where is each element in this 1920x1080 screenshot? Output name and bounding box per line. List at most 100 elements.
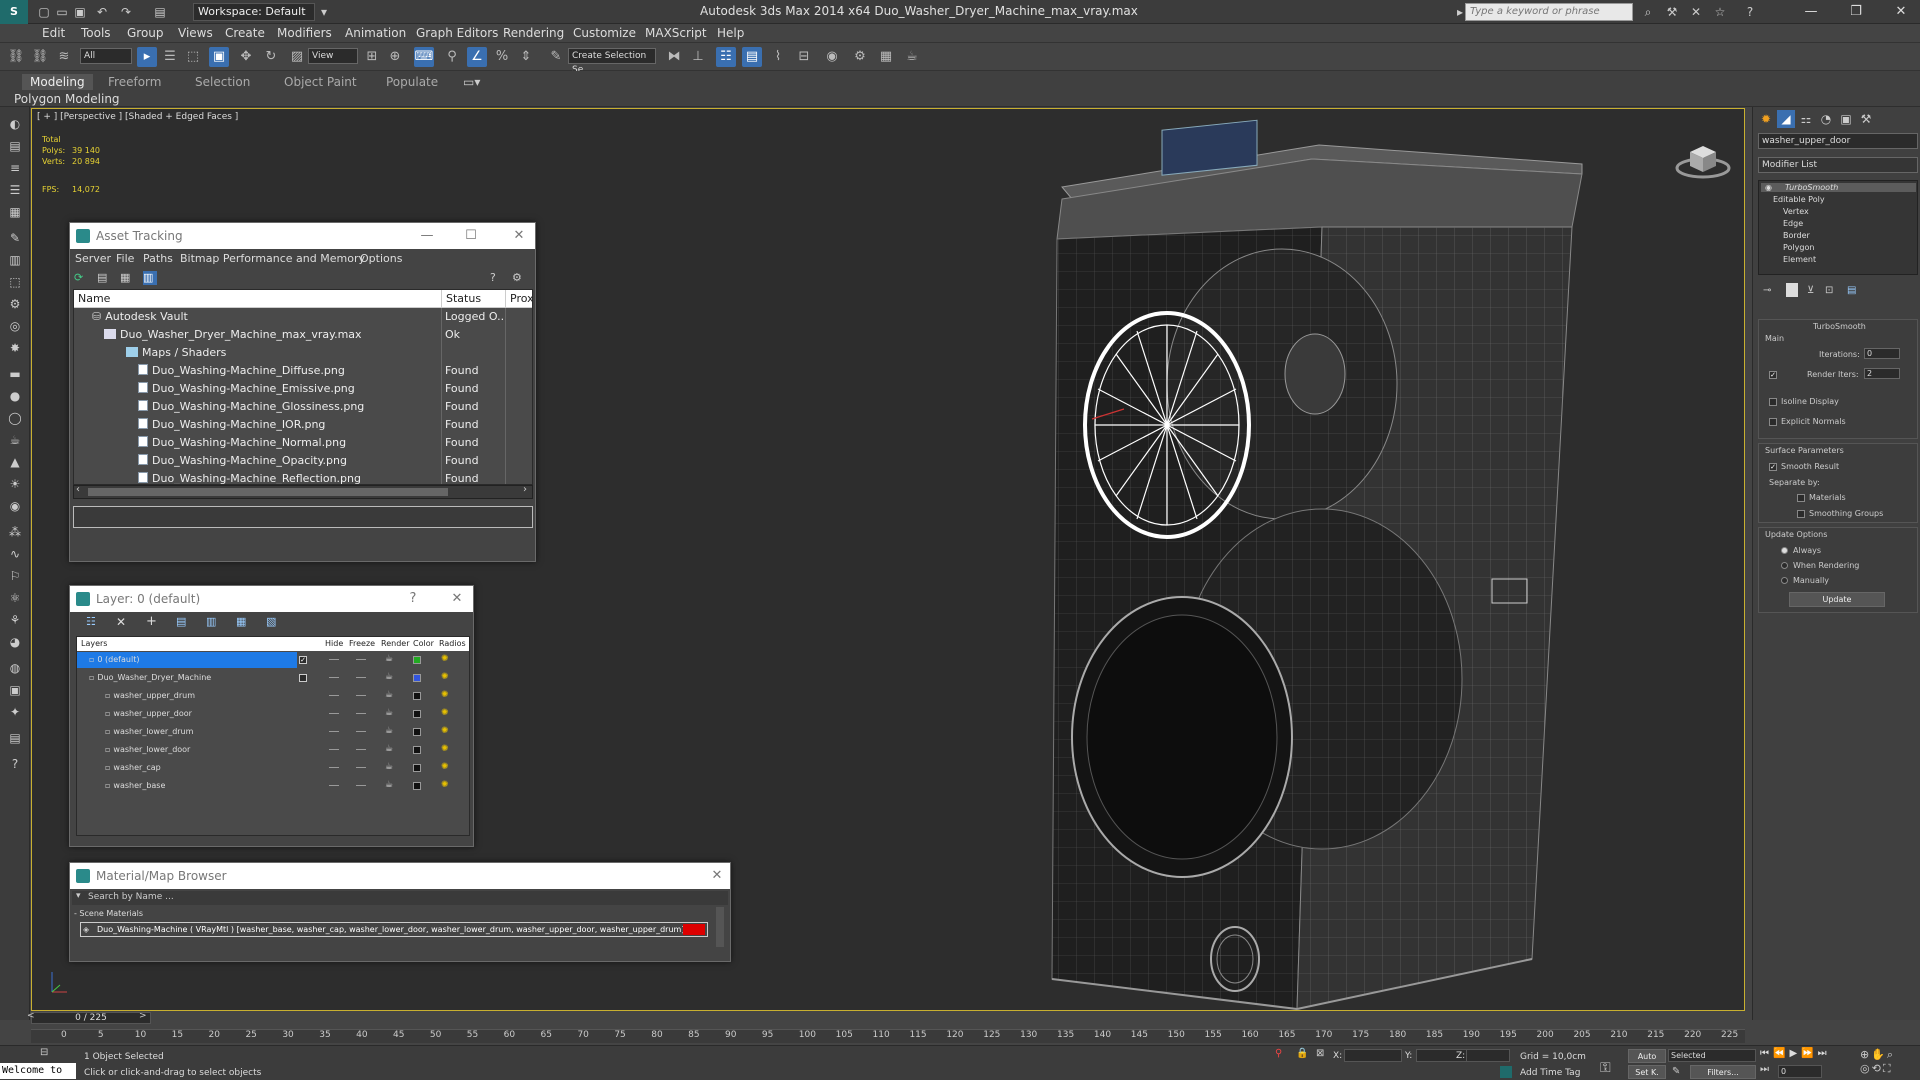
layer-color-swatch[interactable] — [413, 728, 421, 736]
make-unique-icon[interactable]: ⊻ — [1807, 285, 1814, 296]
asset-menu-paths[interactable]: Paths — [143, 252, 173, 265]
menu-group[interactable]: Group — [127, 26, 164, 40]
subscription-icon[interactable]: ⚒ — [1664, 4, 1680, 20]
named-selection-dropdown[interactable]: Create Selection Se — [568, 48, 656, 75]
asset-scroll-thumb[interactable] — [88, 488, 448, 496]
stack-border[interactable]: Border — [1783, 231, 1810, 240]
render-setup-icon[interactable]: ⚙ — [850, 47, 870, 67]
key-filters-button[interactable]: Filters... — [1690, 1065, 1756, 1079]
layer-col-layers[interactable]: Layers — [81, 637, 107, 651]
scroll-left-icon[interactable]: ‹ — [76, 484, 80, 495]
time-slider-prev-icon[interactable]: < — [27, 1011, 35, 1021]
particles-icon[interactable]: ⁂ — [6, 523, 24, 541]
light-icon[interactable]: ☀ — [6, 475, 24, 493]
hide-toggle[interactable] — [329, 659, 339, 660]
camera-icon[interactable]: ◎ — [6, 317, 24, 335]
key-filters-icon[interactable]: ✎ — [1672, 1066, 1680, 1077]
render-teapot-icon[interactable]: ☕ — [385, 690, 395, 700]
layer-color-swatch[interactable] — [413, 710, 421, 718]
maxscript-listener-mini[interactable]: Welcome to — [0, 1063, 76, 1079]
delete-layer-icon[interactable]: ✕ — [116, 615, 126, 629]
layer-row[interactable]: ▫ washer_lower_drum ☕ ✺ — [77, 723, 469, 741]
manually-radio[interactable] — [1781, 577, 1788, 584]
menu-customize[interactable]: Customize — [573, 26, 636, 40]
material-editor-icon[interactable]: ◉ — [822, 47, 842, 67]
turbosmooth-title[interactable]: TurboSmooth — [1813, 322, 1866, 331]
menu-rendering[interactable]: Rendering — [503, 26, 564, 40]
layer-col-hide[interactable]: Hide — [325, 637, 343, 651]
asset-maximize-icon[interactable]: ☐ — [462, 227, 480, 245]
ribbon-tab-freeform[interactable]: Freeform — [100, 74, 169, 90]
stack-element[interactable]: Element — [1783, 255, 1816, 264]
modifier-list-dropdown[interactable]: Modifier List — [1758, 157, 1918, 173]
asset-list-icon[interactable]: ▤ — [97, 271, 111, 285]
layer-name-cell[interactable]: ▫ 0 (default) — [77, 652, 297, 668]
radiosity-icon[interactable]: ✺ — [441, 744, 451, 754]
mirror-icon[interactable]: ⧓ — [664, 47, 684, 67]
scale-icon[interactable]: ▨ — [287, 47, 307, 67]
schematic-view-icon[interactable]: ⊟ — [794, 47, 814, 67]
current-frame-field[interactable]: 0 — [1778, 1065, 1822, 1078]
explicit-normals-checkbox[interactable] — [1769, 418, 1777, 426]
viewport-icon[interactable]: ◐ — [6, 115, 24, 133]
add-time-tag-text[interactable]: Add Time Tag — [1520, 1068, 1580, 1078]
align-icon[interactable]: ⊥ — [688, 47, 708, 67]
time-slider[interactable]: 0 / 225 — [31, 1012, 151, 1024]
freeze-toggle[interactable] — [356, 659, 366, 660]
window-crossing-icon[interactable]: ▣ — [209, 47, 229, 67]
menu-create[interactable]: Create — [225, 26, 265, 40]
layer-color-swatch[interactable] — [413, 746, 421, 754]
stack-eye-icon[interactable]: ◉ — [1765, 183, 1772, 192]
key-selection-dropdown[interactable]: Selected — [1668, 1049, 1756, 1062]
remove-modifier-icon[interactable]: ⊡ — [1825, 285, 1833, 296]
bone-tools-icon[interactable]: ✸ — [6, 339, 24, 357]
effects-icon[interactable]: ✦ — [6, 703, 24, 721]
material-item-row[interactable]: ◈ Duo_Washing-Machine ( VRayMtl ) [washe… — [80, 922, 708, 937]
render-teapot-icon[interactable]: ☕ — [385, 780, 395, 790]
radiosity-icon[interactable]: ✺ — [441, 708, 451, 718]
motion-tab-icon[interactable]: ◔ — [1817, 110, 1835, 128]
workspace-dropdown[interactable]: Workspace: Default — [193, 3, 315, 21]
maxscript-icon[interactable]: ⊟ — [40, 1047, 48, 1058]
render-teapot-icon[interactable]: ☕ — [385, 726, 395, 736]
asset-table-row[interactable]: Duo_Washer_Dryer_Machine_max_vray.max Ok — [74, 326, 532, 344]
asset-minimize-icon[interactable]: — — [418, 227, 436, 245]
object-name-field[interactable]: washer_upper_door — [1758, 133, 1918, 149]
layer-manager-icon[interactable]: ☷ — [716, 47, 736, 67]
material-scrollbar[interactable] — [716, 907, 724, 947]
asset-table-row[interactable]: Duo_Washing-Machine_Glossiness.png Found — [74, 398, 532, 416]
column-header-status[interactable]: Status — [442, 290, 506, 308]
hide-toggle[interactable] — [329, 749, 339, 750]
pivot-center-icon[interactable]: ⊞ — [362, 47, 382, 67]
asset-menu-bitmap[interactable]: Bitmap Performance and Memory — [180, 252, 365, 265]
asset-horizontal-scrollbar[interactable]: ‹ › — [73, 484, 533, 499]
curve-editor-icon[interactable]: ⌇ — [768, 47, 788, 67]
highlight-layer-icon[interactable]: ▦ — [236, 615, 246, 628]
select-objects-in-layer-icon[interactable]: ▥ — [206, 615, 216, 628]
key-mode-icon[interactable]: ⏭ — [1760, 1064, 1769, 1075]
select-by-name-icon[interactable]: ☰ — [160, 47, 180, 67]
new-file-icon[interactable]: ▢ — [36, 4, 52, 20]
layer-row[interactable]: ▫ washer_upper_door ☕ ✺ — [77, 705, 469, 723]
asset-refresh-icon[interactable]: ⟳ — [74, 271, 88, 285]
layer-row[interactable]: ▫ 0 (default) ✓ ☕ ✺ — [77, 651, 469, 669]
bone-icon[interactable]: ⚙ — [6, 295, 24, 313]
asset-close-icon[interactable]: ✕ — [510, 227, 528, 245]
asset-table-row[interactable]: Duo_Washing-Machine_Normal.png Found — [74, 434, 532, 452]
pin-stack-icon[interactable]: ⊸ — [1763, 285, 1771, 296]
ribbon-tab-object-paint[interactable]: Object Paint — [276, 74, 365, 90]
menu-modifiers[interactable]: Modifiers — [277, 26, 332, 40]
current-layer-toggle[interactable]: ✓ — [299, 656, 307, 664]
material-search-input[interactable]: Search by Name ... — [88, 892, 174, 902]
key-icon[interactable]: ⚿ — [1600, 1060, 1611, 1076]
freeze-toggle[interactable] — [356, 749, 366, 750]
render-teapot-icon[interactable]: ☕ — [385, 654, 395, 664]
layer-dialog[interactable]: Layer: 0 (default) ? ✕ ☷ ✕ + ▤ ▥ ▦ ▧ Lay… — [69, 585, 474, 847]
helper-icon[interactable]: ⚐ — [6, 567, 24, 585]
open-file-icon[interactable]: ▭ — [54, 4, 70, 20]
ribbon-tab-modeling[interactable]: Modeling — [22, 74, 93, 90]
angle-snap-icon[interactable]: ∠ — [467, 47, 487, 67]
menu-views[interactable]: Views — [178, 26, 213, 40]
close-icon[interactable]: ✕ — [1885, 2, 1917, 22]
binoculars-icon[interactable]: ⌕ — [1640, 4, 1656, 20]
